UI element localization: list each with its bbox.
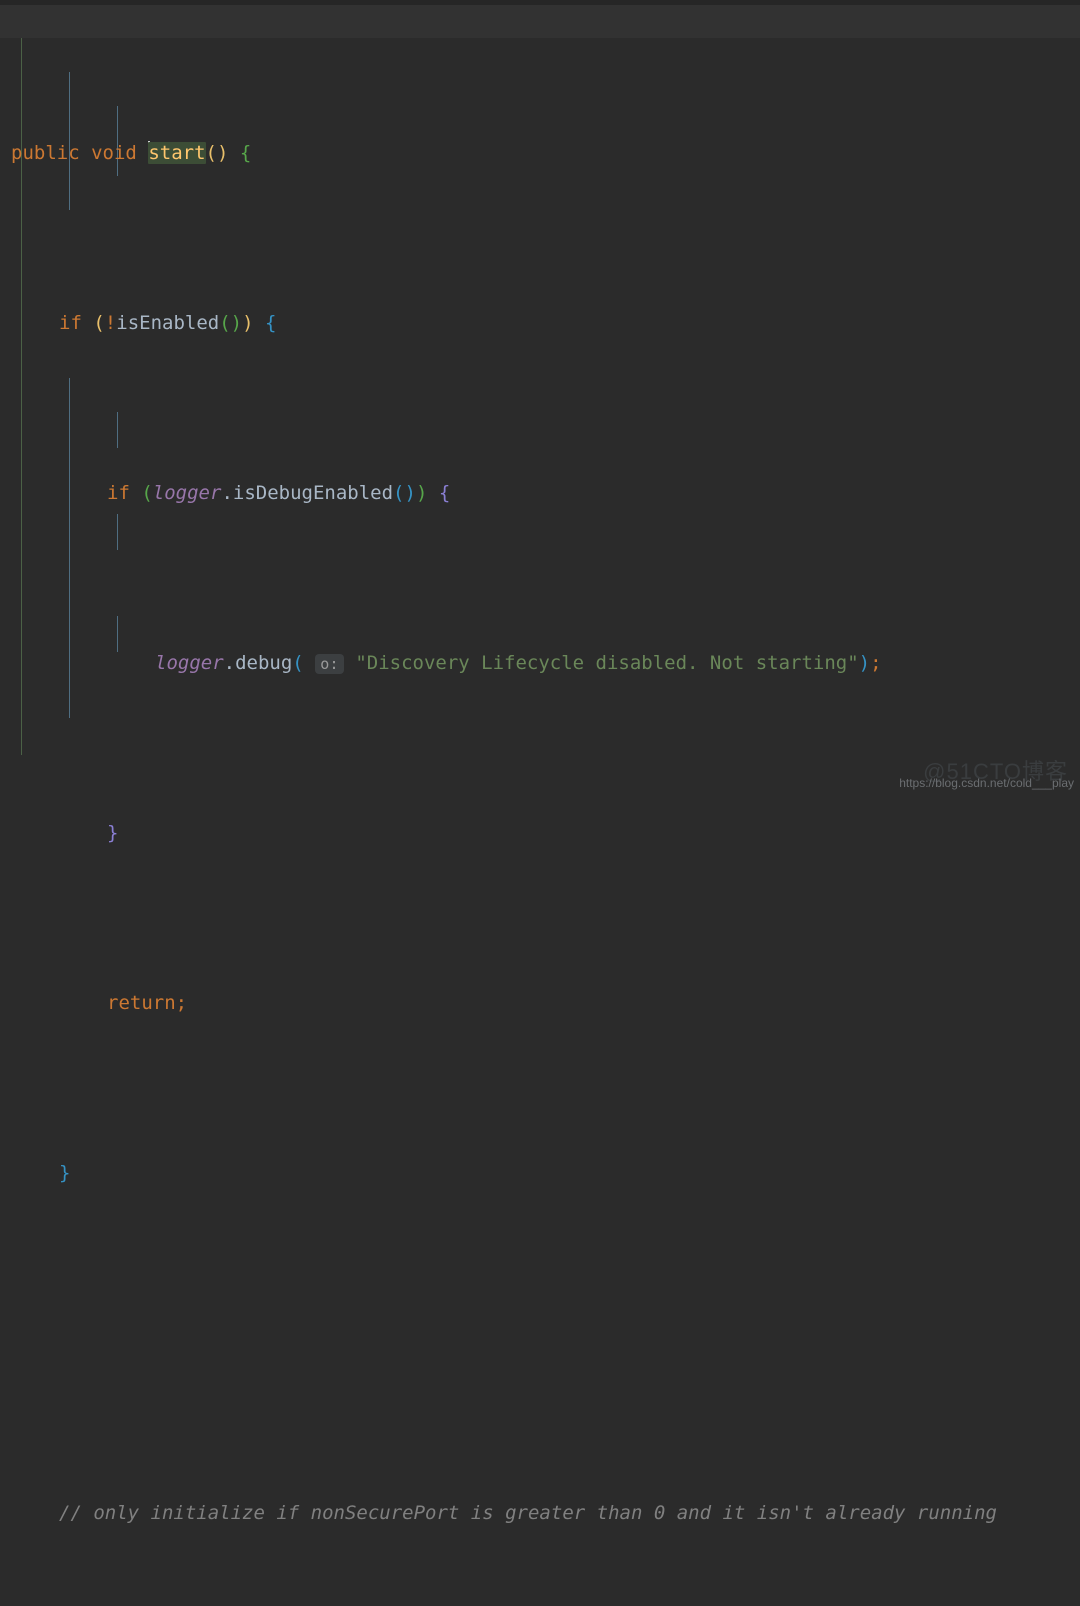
code-line-7[interactable]: } (0, 1156, 1080, 1190)
token-space (137, 142, 148, 164)
token-parens: () (206, 142, 229, 164)
code-content[interactable]: public void start() { if (!isEnabled()) … (0, 0, 1080, 1606)
token-keyword-public: public (11, 142, 80, 164)
code-line-3[interactable]: if (logger.isDebugEnabled()) { (0, 476, 1080, 510)
code-line-5[interactable]: } (0, 816, 1080, 850)
token-space (130, 482, 141, 504)
token-string-discovery-message[interactable]: "Discovery Lifecycle disabled. Not start… (355, 652, 858, 674)
token-keyword-void: void (91, 142, 137, 164)
token-brace-close: } (59, 1162, 70, 1184)
token-paren-close: ) (242, 312, 253, 334)
code-line-2[interactable]: if (!isEnabled()) { (0, 306, 1080, 340)
token-keyword-if: if (107, 482, 130, 504)
token-space (82, 312, 93, 334)
token-paren-open: ( (93, 312, 104, 334)
token-space (228, 142, 239, 164)
token-operator-not: ! (105, 312, 116, 334)
token-semicolon: ; (176, 992, 187, 1014)
token-space (254, 312, 265, 334)
token-brace-open: { (439, 482, 450, 504)
token-brace-close: } (107, 822, 118, 844)
token-semicolon: ; (870, 652, 881, 674)
code-line-6[interactable]: return; (0, 986, 1080, 1020)
token-paren-close: ) (859, 652, 870, 674)
token-call-isEnabled[interactable]: isEnabled (116, 312, 219, 334)
token-brace-open: { (265, 312, 276, 334)
code-line-4[interactable]: logger.debug( o: "Discovery Lifecycle di… (0, 646, 1080, 680)
code-line-9[interactable]: // only initialize if nonSecurePort is g… (0, 1496, 1080, 1530)
token-paren-close: ) (416, 482, 427, 504)
token-space (80, 142, 91, 164)
token-field-logger[interactable]: logger (153, 482, 222, 504)
param-hint-o: o: (315, 654, 344, 674)
token-method-start[interactable]: start (148, 142, 205, 164)
token-space (344, 652, 355, 674)
code-line-8-blank[interactable] (0, 1326, 1080, 1360)
token-parens: () (219, 312, 242, 334)
code-editor[interactable]: public void start() { if (!isEnabled()) … (0, 0, 1080, 803)
token-brace-open: { (240, 142, 251, 164)
token-space (304, 652, 315, 674)
token-space (427, 482, 438, 504)
token-call-isDebugEnabled[interactable]: isDebugEnabled (233, 482, 393, 504)
token-keyword-if: if (59, 312, 82, 334)
token-field-logger[interactable]: logger (155, 652, 224, 674)
code-line-1[interactable]: public void start() { (0, 136, 1080, 170)
token-paren-open: ( (141, 482, 152, 504)
token-call-debug[interactable]: debug (235, 652, 292, 674)
token-keyword-return: return (107, 992, 176, 1014)
token-dot: . (221, 482, 232, 504)
token-paren-open: ( (292, 652, 303, 674)
token-comment-1: // only initialize if nonSecurePort is g… (59, 1502, 997, 1524)
token-dot: . (224, 652, 235, 674)
token-parens: () (393, 482, 416, 504)
